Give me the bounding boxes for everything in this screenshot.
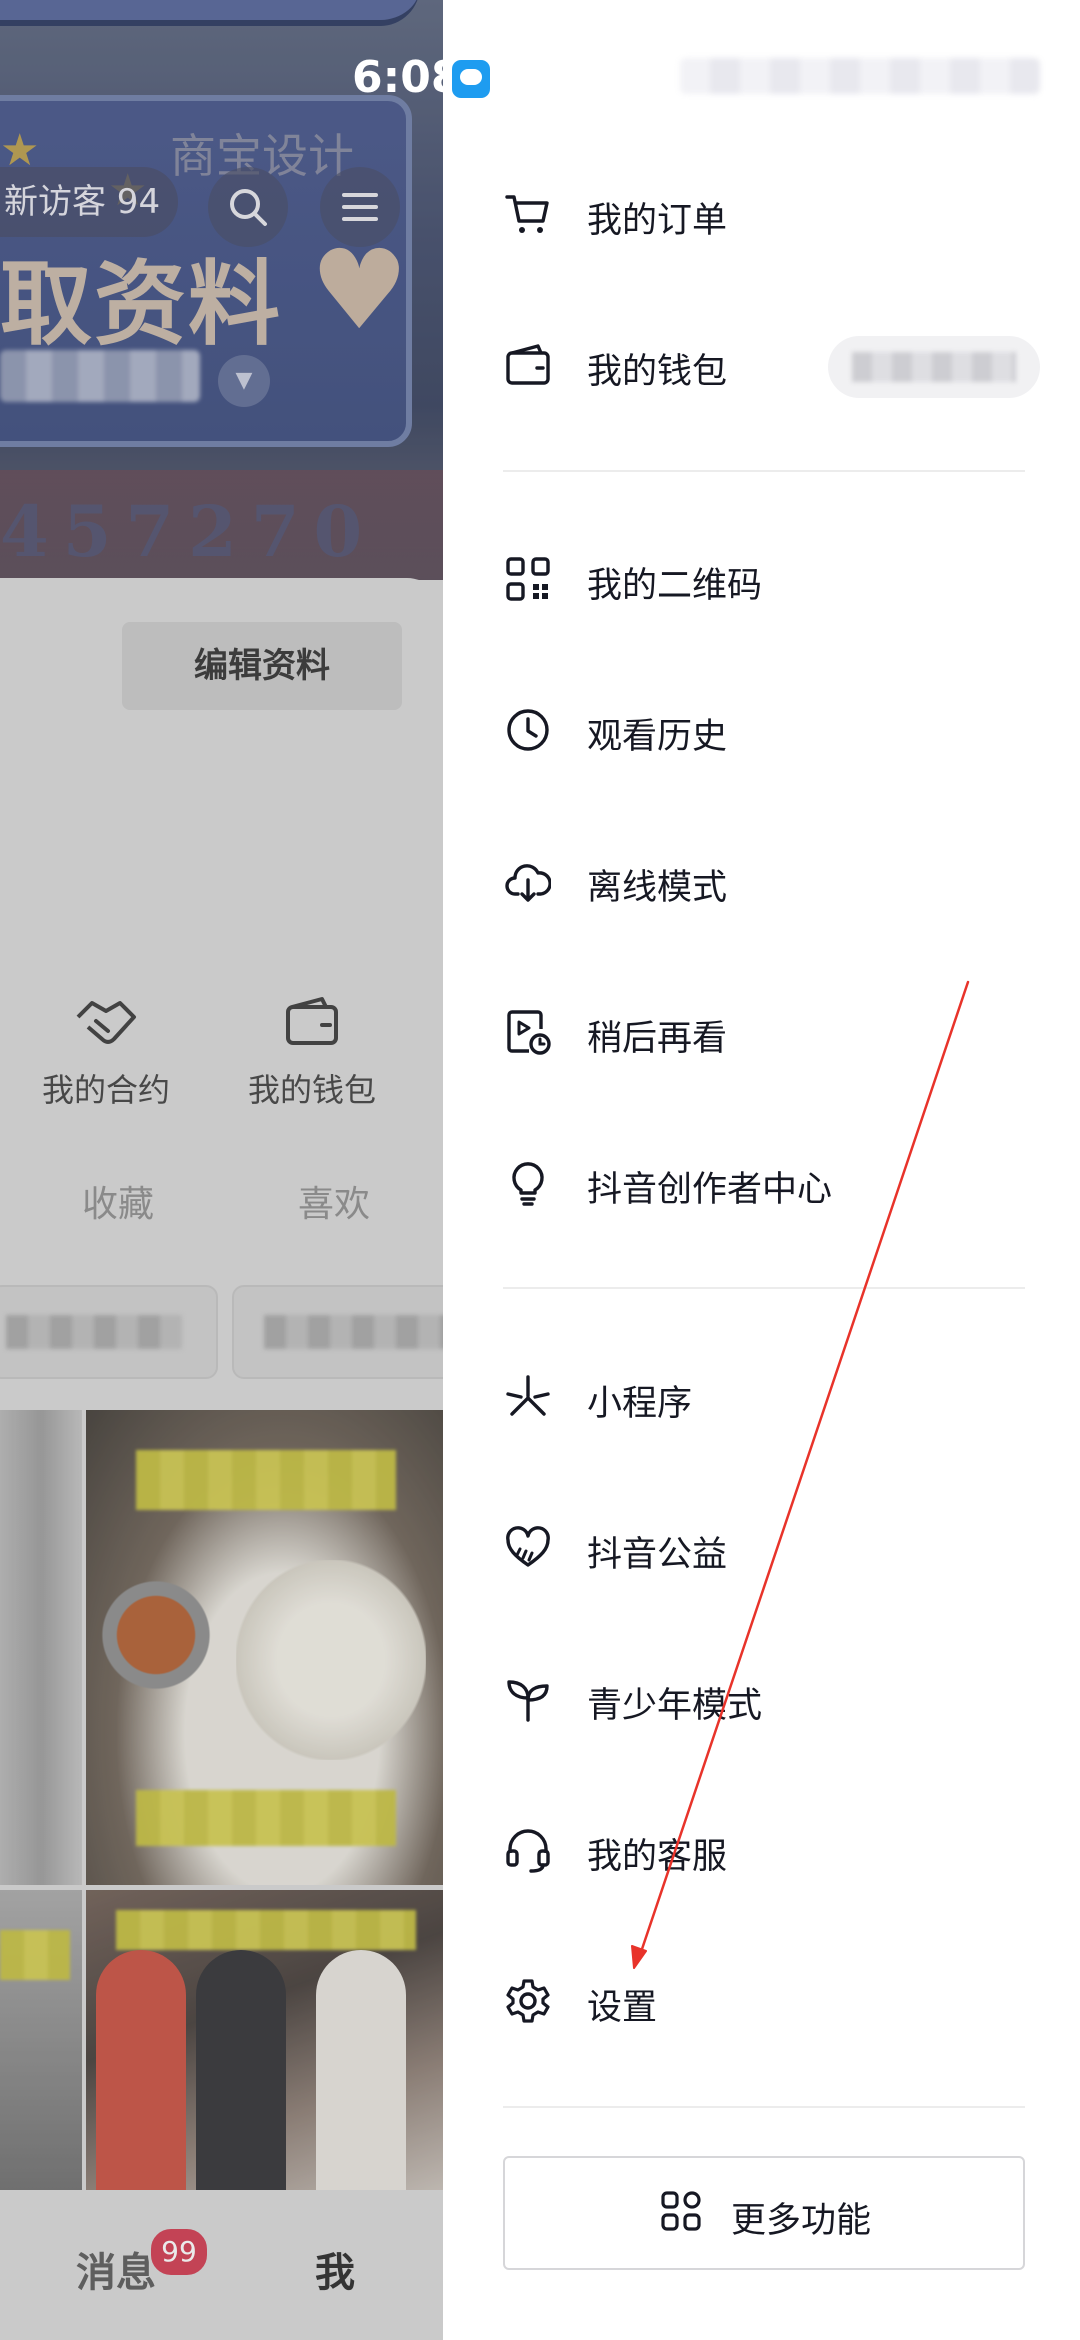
bottom-nav bbox=[0, 2190, 443, 2340]
chat-notification-icon bbox=[452, 60, 490, 98]
my-contract-button[interactable]: 我的合约 bbox=[16, 995, 196, 1111]
drawer-item-charity[interactable]: 抖音公益 bbox=[443, 1488, 1080, 1608]
status-time: 6:08 bbox=[352, 52, 462, 103]
video-thumbnail[interactable] bbox=[0, 1890, 82, 2190]
drawer-item-label: 我的钱包 bbox=[587, 352, 728, 392]
status-indicators-blurred bbox=[680, 58, 1040, 94]
more-features-button[interactable]: 更多功能 bbox=[503, 2156, 1025, 2270]
more-features-label: 更多功能 bbox=[731, 2201, 872, 2241]
drawer-item-label: 观看历史 bbox=[587, 717, 728, 757]
my-wallet-button[interactable]: 我的钱包 bbox=[222, 995, 402, 1111]
drawer-item-label: 小程序 bbox=[587, 1384, 693, 1424]
drawer-item-offline-mode[interactable]: 离线模式 bbox=[443, 821, 1080, 941]
wallet-balance-pill bbox=[828, 336, 1040, 398]
charity-heart-icon bbox=[506, 1526, 550, 1567]
grid-icon bbox=[661, 2191, 701, 2231]
tab-likes[interactable]: 喜欢 bbox=[298, 1175, 370, 1227]
drawer-item-customer-service[interactable]: 我的客服 bbox=[443, 1790, 1080, 1910]
hamburger-icon bbox=[342, 193, 378, 221]
mini-program-icon bbox=[506, 1375, 550, 1416]
menu-button[interactable] bbox=[320, 167, 400, 247]
drawer-item-watch-history[interactable]: 观看历史 bbox=[443, 670, 1080, 790]
clock-icon bbox=[507, 709, 549, 751]
drawer-item-label: 我的二维码 bbox=[587, 566, 763, 606]
blurred-chip[interactable] bbox=[232, 1285, 443, 1379]
quick-action-label: 我的合约 bbox=[41, 1071, 170, 1109]
drawer-item-creator-center[interactable]: 抖音创作者中心 bbox=[443, 1123, 1080, 1243]
profile-page-background: ★ ★ 商宝设计 取资料 ♥ ▼ 457270 新访客 94 编辑资料 我的合约 bbox=[0, 0, 443, 2340]
drawer-item-label: 抖音公益 bbox=[587, 1535, 728, 1575]
drawer-item-my-orders[interactable]: 我的订单 bbox=[443, 154, 1080, 274]
cover-headline: 取资料 bbox=[0, 250, 283, 358]
drawer-item-settings[interactable]: 设置 bbox=[443, 1941, 1080, 2061]
drawer-item-my-qrcode[interactable]: 我的二维码 bbox=[443, 519, 1080, 639]
cart-icon bbox=[505, 195, 549, 233]
blurred-chip[interactable] bbox=[0, 1285, 218, 1379]
search-icon bbox=[230, 189, 267, 226]
video-thumbnail[interactable] bbox=[0, 1410, 82, 1885]
side-drawer: 我的订单 我的钱包 我的二维码 观看历史 离线模式 稍后再看 抖音创作者中心 小… bbox=[443, 0, 1080, 2340]
drawer-item-label: 青少年模式 bbox=[587, 1686, 763, 1726]
cover-number-strip: 457270 bbox=[0, 490, 377, 573]
messages-count-badge: 99 bbox=[148, 2226, 210, 2278]
drawer-item-label: 离线模式 bbox=[587, 868, 728, 908]
lightbulb-icon bbox=[512, 1162, 544, 1206]
drawer-item-teen-mode[interactable]: 青少年模式 bbox=[443, 1639, 1080, 1759]
status-bar: 6:08 bbox=[0, 0, 1080, 140]
drawer-item-label: 我的客服 bbox=[587, 1837, 728, 1877]
new-visitor-badge[interactable]: 新访客 94 bbox=[0, 167, 179, 237]
drawer-item-label: 设置 bbox=[587, 1988, 658, 2028]
watch-later-icon bbox=[507, 1010, 551, 1055]
sprout-icon bbox=[507, 1680, 549, 1722]
drawer-item-mini-programs[interactable]: 小程序 bbox=[443, 1337, 1080, 1457]
search-button[interactable] bbox=[208, 167, 288, 247]
drawer-item-label: 稍后再看 bbox=[587, 1019, 728, 1059]
tab-favorites[interactable]: 收藏 bbox=[82, 1175, 154, 1227]
drawer-item-watch-later[interactable]: 稍后再看 bbox=[443, 972, 1080, 1092]
divider bbox=[503, 1287, 1025, 1289]
cloud-download-icon bbox=[505, 864, 551, 902]
video-thumbnail[interactable] bbox=[86, 1410, 443, 1885]
tab-me[interactable]: 我 bbox=[315, 2240, 355, 2298]
chevron-down-icon[interactable]: ▼ bbox=[218, 355, 270, 407]
video-thumbnail[interactable] bbox=[86, 1890, 443, 2190]
headset-icon bbox=[506, 1829, 550, 1873]
divider bbox=[503, 2106, 1025, 2108]
edit-profile-button[interactable]: 编辑资料 bbox=[122, 622, 402, 710]
wallet-icon bbox=[286, 997, 338, 1045]
qrcode-icon bbox=[506, 557, 550, 601]
quick-action-label: 我的钱包 bbox=[247, 1071, 376, 1109]
tab-messages[interactable]: 消息 bbox=[76, 2240, 156, 2298]
heart-icon: ♥ bbox=[310, 226, 409, 354]
drawer-item-label: 抖音创作者中心 bbox=[587, 1170, 833, 1210]
gear-icon bbox=[506, 1979, 550, 2023]
divider bbox=[503, 470, 1025, 472]
blurred-nickname bbox=[0, 350, 200, 402]
handshake-icon bbox=[76, 1001, 136, 1044]
wallet-icon bbox=[506, 344, 550, 385]
drawer-item-label: 我的订单 bbox=[587, 201, 728, 241]
